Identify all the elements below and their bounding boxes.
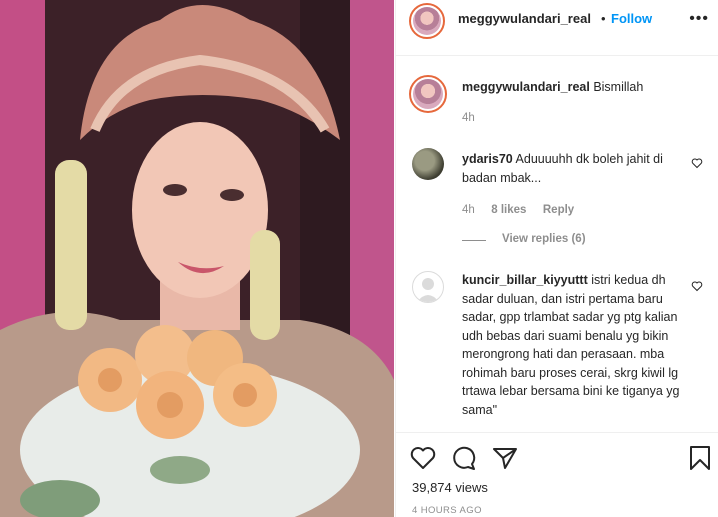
caption-time[interactable]: 4h <box>462 112 475 124</box>
actions-divider <box>396 432 718 433</box>
follow-button[interactable]: Follow <box>611 11 652 26</box>
author-username[interactable]: meggywulandari_real <box>458 11 591 26</box>
post-timestamp[interactable]: 4 HOURS AGO <box>412 505 482 516</box>
comment-likes[interactable]: 8 likes <box>491 204 526 216</box>
default-avatar-icon <box>417 278 439 302</box>
caption-text: Bismillah <box>593 80 644 94</box>
comment-meta: 4h 8 likes Reply <box>462 200 574 218</box>
view-replies-button[interactable]: View replies (6) <box>502 233 586 245</box>
comment-time[interactable]: 4h <box>462 204 475 216</box>
post-header: meggywulandari_real • Follow ••• <box>396 0 718 39</box>
comment-avatar[interactable] <box>412 148 444 180</box>
reply-button[interactable]: Reply <box>543 204 574 216</box>
share-icon[interactable] <box>492 446 518 470</box>
header-divider <box>396 55 718 56</box>
caption-avatar[interactable] <box>409 75 447 113</box>
comment-item: ydaris70 Aduuuuhh dk boleh jahit di bada… <box>462 150 682 187</box>
more-icon[interactable]: ••• <box>689 10 709 28</box>
comment-heart-icon[interactable] <box>691 280 703 292</box>
comment-username[interactable]: ydaris70 <box>462 152 513 166</box>
post-photo <box>0 0 394 517</box>
author-avatar[interactable] <box>409 3 445 39</box>
caption: meggywulandari_real Bismillah <box>462 80 643 94</box>
post-media[interactable] <box>0 0 394 517</box>
comment-heart-icon[interactable] <box>691 157 703 169</box>
comment-text: istri kedua dh sadar duluan, dan istri p… <box>462 273 680 417</box>
caption-username[interactable]: meggywulandari_real <box>462 80 590 94</box>
post-panel: meggywulandari_real • Follow ••• meggywu… <box>395 0 718 517</box>
comment-username[interactable]: kuncir_billar_kiyyuttt <box>462 273 588 287</box>
comment-avatar-default[interactable] <box>412 271 444 303</box>
views-count[interactable]: 39,874 views <box>412 480 488 495</box>
header-separator: • <box>601 11 606 26</box>
comment-item: kuncir_billar_kiyyuttt istri kedua dh sa… <box>462 271 682 431</box>
heart-icon[interactable] <box>410 446 436 470</box>
view-replies-line <box>462 240 486 241</box>
save-icon[interactable] <box>689 445 711 471</box>
comment-icon[interactable] <box>451 445 477 471</box>
